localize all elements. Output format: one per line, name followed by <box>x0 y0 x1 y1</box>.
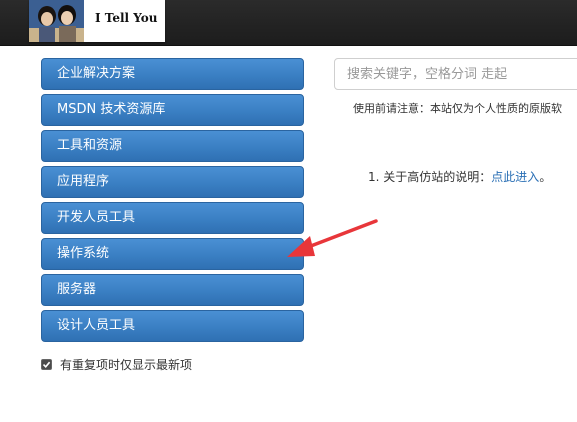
list-item-text: 关于高仿站的说明： <box>383 170 492 184</box>
avatar <box>29 0 84 42</box>
top-bar: I Tell You <box>0 0 577 46</box>
sidebar-item-applications[interactable]: 应用程序 <box>41 166 304 198</box>
show-latest-option[interactable]: 有重复项时仅显示最新项 <box>41 356 192 373</box>
show-latest-label: 有重复项时仅显示最新项 <box>60 358 193 372</box>
site-title: I Tell You <box>95 11 158 25</box>
sidebar-menu: 企业解决方案 MSDN 技术资源库 工具和资源 应用程序 开发人员工具 操作系统… <box>41 58 304 346</box>
sidebar-item-servers[interactable]: 服务器 <box>41 274 304 306</box>
list-item-link[interactable]: 点此进入 <box>491 170 539 184</box>
info-list: 1. 关于高仿站的说明：点此进入。 <box>368 168 551 185</box>
show-latest-checkbox[interactable] <box>41 359 52 370</box>
site-logo[interactable]: I Tell You <box>29 0 165 42</box>
sidebar-item-designer-tools[interactable]: 设计人员工具 <box>41 310 304 342</box>
search-input[interactable] <box>334 58 577 90</box>
sidebar-item-enterprise-solutions[interactable]: 企业解决方案 <box>41 58 304 90</box>
usage-notice: 使用前请注意：本站仅为个人性质的原版软 <box>353 102 562 115</box>
check-icon <box>42 361 51 368</box>
sidebar-item-operating-systems[interactable]: 操作系统 <box>41 238 304 270</box>
sidebar-item-msdn-library[interactable]: MSDN 技术资源库 <box>41 94 304 126</box>
sidebar-item-tools-resources[interactable]: 工具和资源 <box>41 130 304 162</box>
list-item-suffix: 。 <box>539 170 552 184</box>
list-item-index: 1. <box>368 170 380 184</box>
sidebar-item-developer-tools[interactable]: 开发人员工具 <box>41 202 304 234</box>
